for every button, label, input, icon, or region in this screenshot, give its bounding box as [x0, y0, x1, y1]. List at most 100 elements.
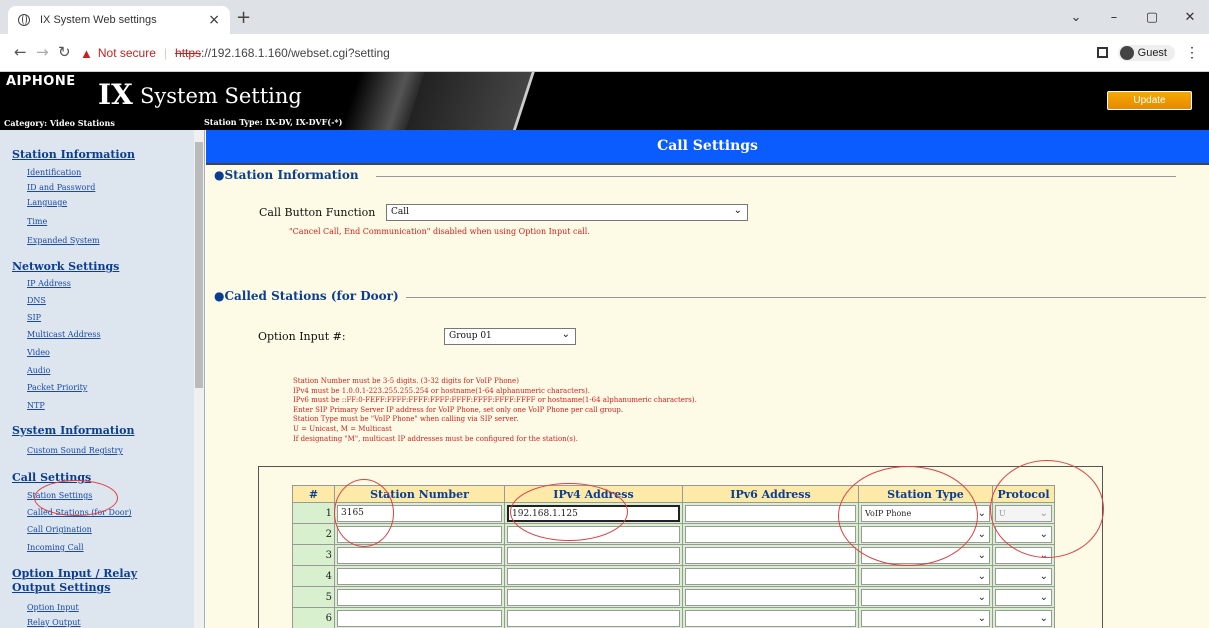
col-header-ipv6: IPv6 Address	[682, 485, 859, 503]
note-line: IPv4 must be 1.0.0.1-223.255.255.254 or …	[293, 386, 590, 395]
sidebar-item-custom-sound-registry[interactable]: Custom Sound Registry	[27, 446, 123, 455]
sidebar-item-sip[interactable]: SIP	[27, 313, 41, 322]
url-field[interactable]: ▲ Not secure | https ://192.168.1.160/we…	[80, 39, 1080, 67]
station-number-input[interactable]	[337, 546, 502, 564]
sidebar-item-audio[interactable]: Audio	[27, 366, 50, 375]
minimize-button[interactable]: –	[1095, 10, 1133, 25]
ipv4-input[interactable]	[507, 546, 680, 564]
tab-title: IX System Web settings	[40, 14, 157, 26]
chevron-down-icon: ⌄	[733, 205, 742, 216]
maximize-button[interactable]: ▢	[1133, 10, 1171, 25]
sidebar-item-time[interactable]: Time	[27, 217, 47, 226]
station-type-select[interactable]: ⌄	[861, 609, 990, 627]
section-station-information: ●Station Information	[214, 168, 363, 182]
category-label: Category: Video Stations	[4, 118, 115, 128]
sidebar-item-multicast-address[interactable]: Multicast Address	[27, 330, 101, 339]
sidebar-item-language[interactable]: Language	[27, 198, 67, 207]
chevron-down-icon: ⌄	[1039, 528, 1048, 540]
option-input-select[interactable]: Group 01 ⌄	[444, 328, 576, 345]
protocol-select[interactable]: ⌄	[995, 567, 1052, 585]
sidebar-section-option-input-relay[interactable]: Option Input / Relay	[12, 567, 137, 580]
sidebar-item-id-password[interactable]: ID and Password	[27, 183, 95, 192]
ipv6-input[interactable]	[685, 609, 856, 627]
globe-icon	[18, 14, 30, 26]
menu-icon[interactable]: ⋮	[1185, 44, 1199, 61]
sidebar-section-output-settings[interactable]: Output Settings	[12, 581, 110, 594]
ipv6-input[interactable]	[685, 567, 856, 585]
sidebar-section-network-settings[interactable]: Network Settings	[12, 260, 119, 273]
protocol-select[interactable]: ⌄	[995, 588, 1052, 606]
ipv4-input[interactable]	[507, 588, 680, 606]
station-number-input[interactable]	[337, 525, 502, 543]
station-type-select[interactable]: ⌄	[861, 588, 990, 606]
protocol-select[interactable]: ⌄	[995, 525, 1052, 543]
update-button[interactable]: Update	[1107, 91, 1192, 110]
close-window-button[interactable]: ✕	[1171, 10, 1209, 25]
sidebar-item-expanded-system[interactable]: Expanded System	[27, 236, 100, 245]
call-button-function-label: Call Button Function	[259, 206, 376, 219]
station-type-select[interactable]: VoIP Phone ⌄	[861, 504, 990, 522]
note-line: Station Type must be "VoIP Phone" when c…	[293, 415, 519, 424]
sidebar-item-call-origination[interactable]: Call Origination	[27, 525, 92, 534]
call-button-function-select[interactable]: Call ⌄	[386, 204, 748, 221]
new-tab-button[interactable]: +	[236, 7, 251, 28]
ipv6-input[interactable]	[685, 546, 856, 564]
sidebar-item-packet-priority[interactable]: Packet Priority	[27, 383, 87, 392]
close-tab-icon[interactable]: ×	[208, 12, 220, 28]
sidebar-item-video[interactable]: Video	[27, 348, 50, 357]
sidebar-item-called-stations[interactable]: Called Stations (for Door)	[27, 508, 132, 517]
sidebar-item-ntp[interactable]: NTP	[27, 401, 45, 410]
divider: |	[163, 46, 168, 60]
ipv4-input[interactable]	[507, 567, 680, 585]
ipv6-input[interactable]	[685, 588, 856, 606]
sidebar-section-call-settings[interactable]: Call Settings	[12, 471, 91, 484]
option-input-label: Option Input #:	[258, 330, 346, 343]
sidebar-section-station-information[interactable]: Station Information	[12, 148, 135, 161]
chevron-down-icon: ⌄	[1039, 507, 1048, 519]
sidebar-scrollbar[interactable]	[194, 130, 204, 628]
browser-tab[interactable]: IX System Web settings ×	[8, 6, 230, 34]
col-header-station-number: Station Number	[334, 485, 505, 503]
col-header-protocol: Protocol	[992, 485, 1055, 503]
call-button-note: "Cancel Call, End Communication" disable…	[289, 227, 590, 236]
chevron-down-icon: ⌄	[977, 591, 986, 603]
back-icon[interactable]: ←	[14, 43, 27, 61]
forward-icon[interactable]: →	[36, 43, 49, 61]
chevron-down-icon: ⌄	[977, 570, 986, 582]
sidebar-item-relay-output[interactable]: Relay Output	[27, 618, 81, 627]
note-line: If designating "M", multicast IP address…	[293, 434, 578, 443]
sidebar-item-identification[interactable]: Identification	[27, 168, 81, 177]
protocol-select[interactable]: ⌄	[995, 609, 1052, 627]
station-type-select[interactable]: ⌄	[861, 525, 990, 543]
called-stations-notes: Station Number must be 3-5 digits. (3-32…	[293, 377, 697, 444]
sidebar-item-dns[interactable]: DNS	[27, 296, 46, 305]
sidebar-item-incoming-call[interactable]: Incoming Call	[27, 543, 84, 552]
station-number-input[interactable]	[337, 609, 502, 627]
sidebar-item-ip-address[interactable]: IP Address	[27, 279, 71, 288]
ipv4-input[interactable]	[507, 525, 680, 543]
ipv6-input[interactable]	[685, 504, 856, 522]
tab-search-icon[interactable]: ⌄	[1057, 10, 1095, 25]
station-number-input[interactable]: 3165	[337, 504, 502, 522]
station-type-select[interactable]: ⌄	[861, 567, 990, 585]
protocol-select[interactable]: U ⌄	[995, 504, 1052, 522]
sidebar-item-station-settings[interactable]: Station Settings	[27, 491, 92, 500]
chevron-down-icon: ⌄	[1039, 570, 1048, 582]
section-called-stations: ●Called Stations (for Door)	[214, 289, 403, 303]
ipv4-input[interactable]: 192.168.1.125	[507, 504, 680, 522]
profile-button[interactable]: Guest	[1117, 44, 1175, 61]
address-bar: ← → ↻ ▲ Not secure | https ://192.168.1.…	[0, 34, 1209, 72]
sidebar-section-system-information[interactable]: System Information	[12, 424, 134, 437]
protocol-select[interactable]: ⌄	[995, 546, 1052, 564]
station-type-select[interactable]: ⌄	[861, 546, 990, 564]
ipv4-input[interactable]	[507, 609, 680, 627]
sidepanel-icon[interactable]	[1096, 47, 1108, 58]
fieldset-border	[376, 176, 1176, 177]
sidebar-item-option-input[interactable]: Option Input	[27, 603, 79, 612]
scrollbar-thumb[interactable]	[195, 142, 203, 388]
reload-icon[interactable]: ↻	[58, 43, 71, 61]
station-number-input[interactable]	[337, 588, 502, 606]
station-number-input[interactable]	[337, 567, 502, 585]
option-input-value: Group 01	[449, 331, 492, 341]
ipv6-input[interactable]	[685, 525, 856, 543]
